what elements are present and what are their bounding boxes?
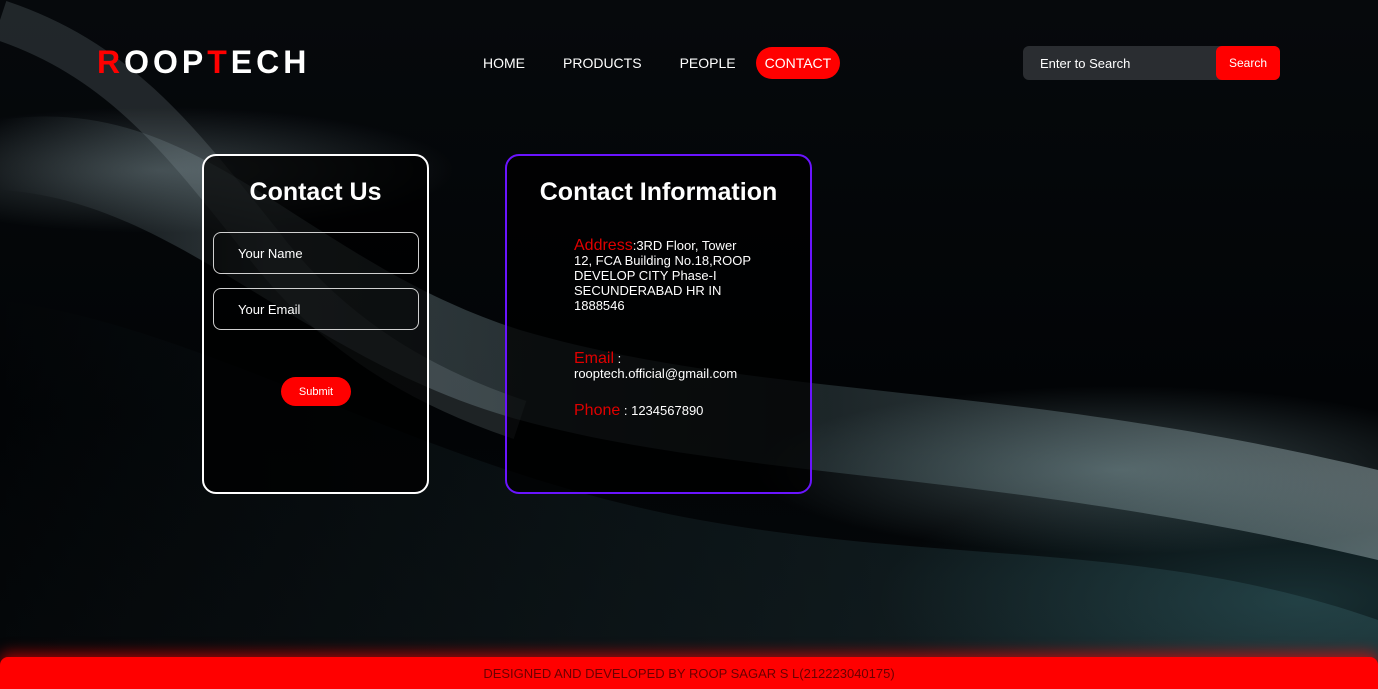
nav-people[interactable]: PEOPLE	[662, 47, 754, 79]
contact-form-title: Contact Us	[249, 178, 382, 206]
nav-products[interactable]: PRODUCTS	[545, 47, 660, 79]
search-button[interactable]: Search	[1216, 46, 1280, 80]
phone-block: Phone : 1234567890	[574, 402, 754, 419]
email-block: Email : rooptech.official@gmail.com	[574, 350, 754, 382]
email-separator: :	[614, 351, 622, 366]
contact-info-title: Contact Information	[539, 178, 778, 206]
phone-label: Phone	[574, 402, 621, 419]
brand-logo[interactable]: ROOPTECH	[97, 44, 310, 81]
footer: DESIGNED AND DEVELOPED BY ROOP SAGAR S L…	[0, 657, 1378, 689]
email-label: Email	[574, 350, 615, 367]
address-label: Address	[574, 237, 633, 254]
submit-button[interactable]: Submit	[281, 377, 351, 406]
search-bar: Search	[1023, 46, 1280, 80]
name-field[interactable]	[213, 232, 419, 274]
footer-credit: DESIGNED AND DEVELOPED BY ROOP SAGAR S L…	[483, 665, 895, 681]
email-field[interactable]	[213, 288, 419, 330]
phone-value: : 1234567890	[620, 403, 704, 418]
logo-letter-r: R	[97, 44, 125, 80]
contact-info-card: Contact Information Address:3RD Floor, T…	[505, 154, 812, 494]
email-value[interactable]: rooptech.official@gmail.com	[574, 366, 737, 381]
nav-contact[interactable]: CONTACT	[755, 47, 841, 79]
logo-letters-ech: ECH	[230, 44, 311, 80]
contact-form-card: Contact Us Submit	[202, 154, 429, 494]
logo-letters-oop: OOP	[124, 44, 208, 80]
address-block: Address:3RD Floor, Tower 12, FCA Buildin…	[574, 237, 754, 314]
search-input[interactable]	[1023, 46, 1216, 80]
main-nav: HOME PRODUCTS PEOPLE CONTACT	[465, 47, 842, 79]
logo-letter-t: T	[207, 44, 231, 80]
nav-home[interactable]: HOME	[465, 47, 543, 79]
